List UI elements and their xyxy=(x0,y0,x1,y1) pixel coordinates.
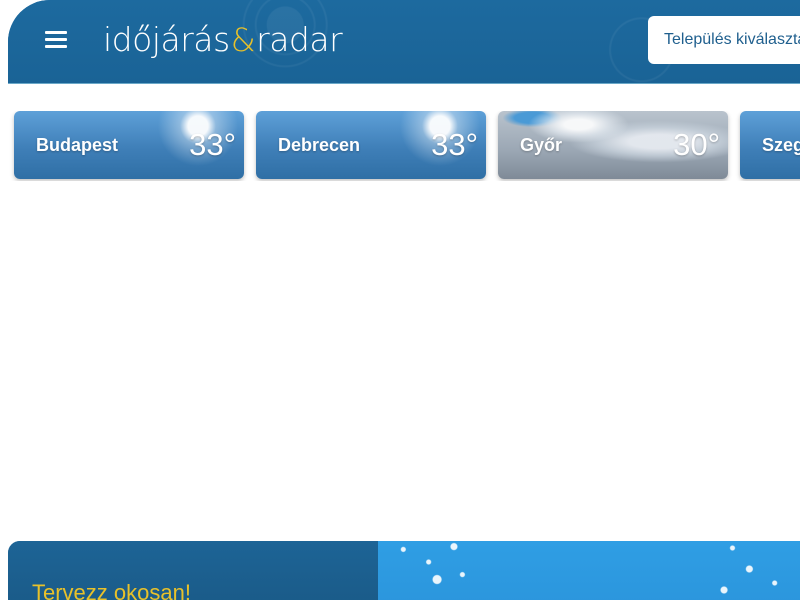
city-name: Győr xyxy=(520,135,563,155)
city-select-dropdown[interactable]: Település kiválasztása xyxy=(648,16,800,64)
logo-text-part2: radar xyxy=(256,20,343,59)
promo-text-panel: Tervezz okosan! xyxy=(8,541,378,600)
site-header: időjárás & radar Település kiválasztása xyxy=(8,0,800,84)
city-name: Szeged xyxy=(762,135,800,155)
promo-banner: Tervezz okosan! xyxy=(8,541,800,600)
city-card-debrecen[interactable]: Debrecen 33° xyxy=(256,111,486,179)
city-name: Budapest xyxy=(36,135,119,155)
city-select-placeholder: Település kiválasztása xyxy=(664,31,800,48)
city-weather-cards: Budapest 33° Debrecen 33° Győr 30° Szege… xyxy=(0,111,800,181)
logo-ampersand: & xyxy=(230,21,256,59)
city-card-gyor[interactable]: Győr 30° xyxy=(498,111,728,179)
city-temperature: 33° xyxy=(431,127,478,162)
promo-image xyxy=(378,541,800,600)
city-name: Debrecen xyxy=(278,135,361,155)
city-temperature: 30° xyxy=(673,127,720,162)
city-temperature: 33° xyxy=(189,127,236,162)
city-card-budapest[interactable]: Budapest 33° xyxy=(14,111,244,179)
promo-title: Tervezz okosan! xyxy=(32,580,191,600)
site-logo[interactable]: időjárás & radar xyxy=(103,20,343,64)
hamburger-icon[interactable] xyxy=(45,31,67,49)
logo-text-part1: időjárás xyxy=(103,20,230,59)
city-card-szeged[interactable]: Szeged xyxy=(740,111,800,179)
